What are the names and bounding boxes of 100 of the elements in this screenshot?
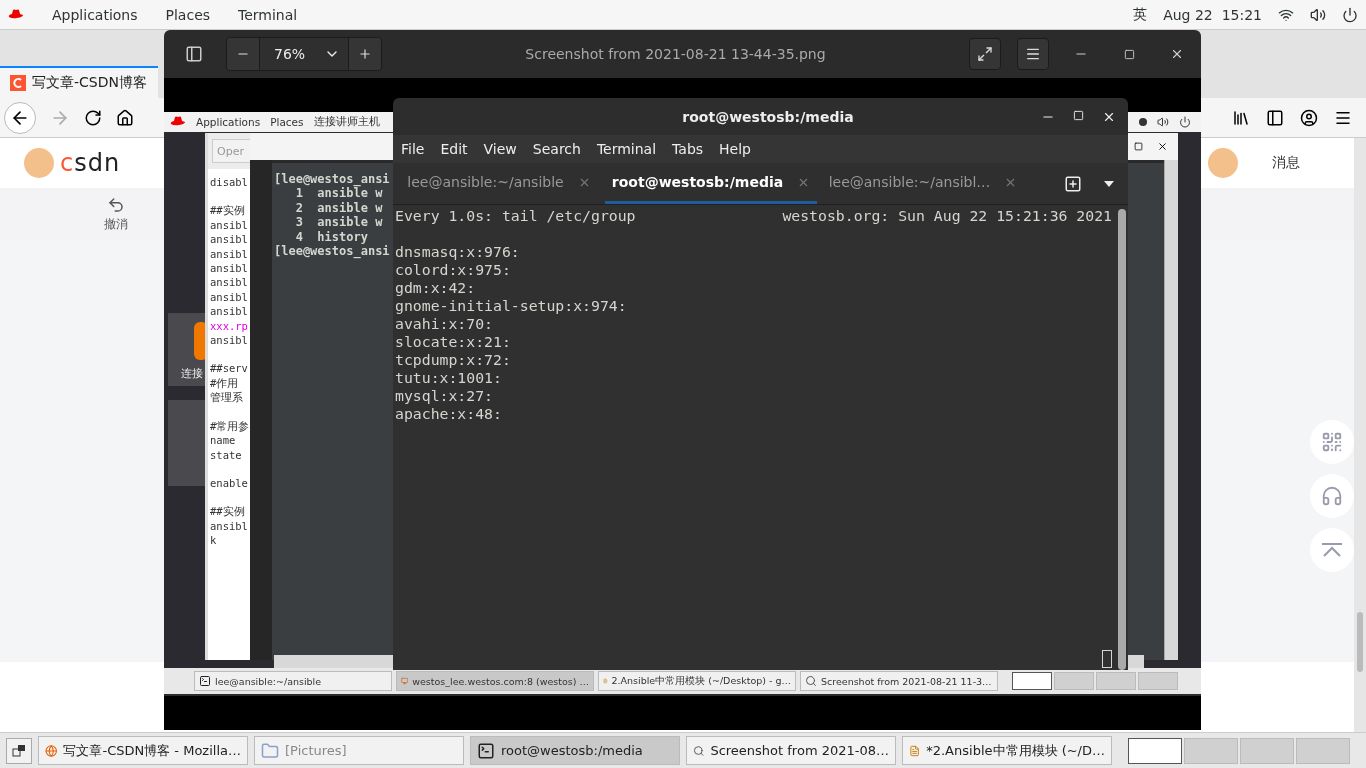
folder-icon (261, 741, 279, 760)
power-icon[interactable] (1342, 6, 1358, 23)
output-line: tutu:x:1001: (395, 369, 503, 387)
icon-label: 连接 (181, 366, 203, 381)
code-line: enable (210, 475, 249, 491)
menu-item[interactable]: Terminal (596, 141, 657, 157)
menu-item[interactable]: Search (532, 141, 581, 157)
output-line: gnome-initial-setup:x:974: (395, 297, 628, 315)
terminal-line: [lee@westos_ansi (274, 172, 390, 187)
taskbar-item[interactable]: 写文章-CSDN博客 - Mozilla… (38, 736, 248, 765)
terminal-tab[interactable]: lee@ansible:~/ansible (393, 163, 605, 204)
back-to-top-button[interactable] (1310, 528, 1354, 572)
reload-icon[interactable] (84, 108, 102, 127)
menu-item[interactable]: View (483, 141, 517, 157)
output-line: colord:x:975: (395, 261, 512, 279)
site-logo[interactable]: csdn (60, 149, 121, 177)
chevron-up-icon (1320, 542, 1344, 558)
output-line: slocate:x:21: (395, 333, 512, 351)
maximize-icon[interactable] (1073, 109, 1084, 121)
document-icon (603, 675, 608, 687)
code-line: k (210, 533, 218, 548)
menu-item[interactable]: File (401, 141, 425, 157)
code-line: ansibl (210, 333, 249, 348)
zoom-dropdown[interactable]: 76% (259, 38, 349, 70)
show-desktop-button[interactable] (6, 737, 32, 764)
code-line: name (210, 433, 237, 448)
home-icon[interactable] (116, 108, 134, 127)
maximize-icon (1123, 48, 1135, 60)
output-line: avahi:x:70: (395, 315, 494, 333)
top-menu[interactable]: Applications (52, 6, 138, 23)
terminal-line: 1 ansible w (295, 186, 383, 201)
clock[interactable]: Aug 22 15:21 (1163, 6, 1262, 23)
hat-icon (8, 8, 24, 21)
qr-code-button[interactable] (1310, 420, 1354, 464)
window-title: Screenshot from 2021-08-21 13-44-35.png (524, 46, 827, 62)
code-line: ansibl (210, 261, 249, 276)
close-icon (1170, 47, 1184, 61)
menu-item[interactable]: Tabs (672, 141, 704, 157)
menu-button[interactable] (1017, 38, 1049, 70)
window-title: root@westosb:/media (681, 108, 855, 125)
output-line: westosb.org: Sun Aug 22 15:21:36 2021 (782, 207, 1112, 225)
terminal-line: 4 history (294, 229, 368, 245)
volume-icon[interactable] (1310, 6, 1326, 23)
code-line: ansibl (210, 232, 249, 247)
menu-item[interactable]: Help (719, 141, 751, 157)
output-line: dnsmasq:x:976: (395, 243, 521, 261)
taskbar-item[interactable]: root@westosb:/media (470, 736, 680, 765)
output-line: tcpdump:x:72: (395, 351, 512, 369)
top-menu: Applications (196, 116, 261, 128)
scrollbar[interactable] (1118, 209, 1126, 670)
top-menu[interactable]: Terminal (238, 6, 298, 23)
plus-icon (358, 47, 372, 61)
mascot-avatar (24, 148, 54, 178)
output-line: Every 1.0s: tail /etc/group (395, 207, 636, 225)
windows-icon (12, 743, 26, 758)
output-line: gdm:x:42: (395, 279, 477, 297)
code-line: ansibl (210, 289, 249, 305)
undo-button[interactable]: 撤消 (104, 195, 128, 233)
window-list-item: Screenshot from 2021-08-21 11-3… (800, 671, 998, 691)
taskbar-item[interactable]: Screenshot from 2021-08… (686, 736, 896, 765)
browser-tab[interactable]: 写文章-CSDN博客 (0, 66, 158, 98)
dot-icon (1139, 118, 1147, 126)
code-line: state (210, 447, 243, 462)
headset-button[interactable] (1310, 474, 1354, 518)
expand-icon (977, 46, 993, 62)
new-tab-icon[interactable] (1064, 174, 1082, 193)
terminal-icon (199, 675, 211, 687)
sidebar-icon[interactable] (1266, 108, 1284, 127)
power-icon (1179, 116, 1191, 128)
library-icon[interactable] (1232, 108, 1250, 127)
terminal-icon (477, 741, 495, 760)
cursor (1102, 650, 1112, 668)
taskbar-item[interactable]: *2.Ansible中常用模块 (~/D… (902, 736, 1112, 765)
terminal-tab[interactable]: lee@ansible:~/ansibl… (817, 163, 1029, 204)
panel-icon (185, 45, 203, 63)
input-method[interactable]: 英 (1133, 5, 1148, 24)
messages-link[interactable]: 消息 (1272, 154, 1300, 172)
account-icon[interactable] (1300, 108, 1318, 127)
window-list-item: lee@ansible:~/ansible (194, 671, 392, 691)
menu-item[interactable]: Edit (440, 141, 468, 157)
code-line: #常用参 (210, 418, 251, 434)
code-line: ansibl (210, 518, 249, 534)
zoom-in-button[interactable] (349, 38, 381, 70)
code-line: #作用 (210, 375, 240, 391)
code-line: disabl (210, 175, 249, 190)
workspace-button[interactable] (1128, 737, 1182, 764)
favicon-icon (10, 75, 26, 91)
scrollbar[interactable] (1354, 138, 1366, 732)
back-button[interactable] (4, 101, 36, 134)
terminal-line: [lee@westos_ansi (274, 244, 390, 259)
window-list-item: westos_lee.westos.com:8 (westos) … (396, 671, 594, 691)
output-line: mysql:x:27: (395, 387, 494, 405)
code-line: xxx.rp (210, 318, 249, 334)
code-line: ansibl (210, 217, 249, 233)
code-line: ##serv (210, 361, 249, 376)
terminal-line: 3 ansible w (294, 215, 383, 230)
code-line: ##实例 (210, 504, 246, 519)
close-icon (1157, 141, 1168, 152)
fullscreen-button[interactable] (969, 38, 1001, 70)
top-menu[interactable]: Places (165, 6, 211, 23)
